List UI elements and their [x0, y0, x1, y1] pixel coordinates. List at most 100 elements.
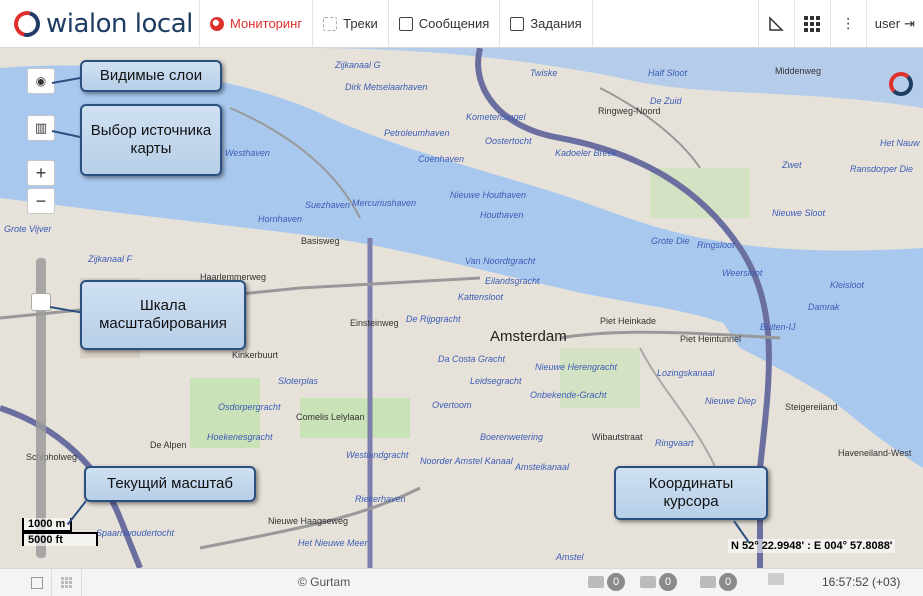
map-label: Ransdorper Die: [850, 164, 914, 174]
map-label: Suezhaven: [305, 200, 351, 210]
counter-badge: 0: [719, 573, 737, 591]
map-label: Dirk Metselaarhaven: [345, 82, 428, 92]
map-label: Hornhaven: [258, 214, 303, 224]
map-label: Ringsloot: [697, 240, 735, 250]
panel-toggle-button[interactable]: [22, 568, 52, 596]
messages-counter[interactable]: 0: [588, 573, 625, 591]
map-label: Westlandgracht: [346, 450, 409, 460]
map-label: Nieuwe Houthaven: [450, 190, 527, 200]
map-label: Haveneiland-West: [838, 448, 912, 458]
nav-tasks[interactable]: Задания: [500, 0, 593, 48]
wialon-logo[interactable]: wialon local: [0, 0, 200, 48]
map-source-button[interactable]: ▥: [27, 115, 55, 141]
map-label: Einsteinweg: [350, 318, 399, 328]
map-label: Spaarnwoudertocht: [96, 528, 175, 538]
map-label: Kleisloot: [830, 280, 865, 290]
map-label: Middenweg: [775, 66, 822, 76]
map-label: Nieuwe Haagseweg: [268, 516, 349, 526]
map-label: Coenhaven: [418, 154, 465, 164]
nav-monitoring[interactable]: Мониторинг: [200, 0, 314, 48]
logo-text: wialon local: [46, 8, 193, 39]
layout-icon: [768, 573, 784, 585]
map-label: De Zuid: [650, 96, 682, 106]
callout-cursor-coords: Координаты курсора: [614, 466, 768, 520]
more-button[interactable]: ⋮: [829, 0, 866, 48]
user-menu[interactable]: user ⇥: [865, 0, 923, 48]
callout-source: Выбор источника карты: [80, 104, 222, 176]
map-label: Kattensloot: [458, 292, 504, 302]
map-label: Zwet: [782, 160, 802, 170]
nav-tasks-label: Задания: [530, 16, 582, 31]
counter-badge: 0: [607, 573, 625, 591]
zoom-out-button[interactable]: −: [27, 188, 55, 214]
user-name: user: [874, 16, 901, 31]
events-counter-icon: [700, 576, 716, 588]
map-label: Zijkanaal F: [88, 254, 133, 264]
map-label: Grote Die: [651, 236, 690, 246]
map-label: Westhaven: [225, 148, 270, 158]
map-label: Noorder Amstel Kanaal: [420, 456, 513, 466]
map-label: Riekerhaven: [355, 494, 406, 504]
map-label: Amstel: [556, 552, 584, 562]
apps-button[interactable]: [793, 0, 830, 48]
map-label: De Rijpgracht: [406, 314, 461, 324]
map-label: Onbekende-Gracht: [530, 390, 607, 400]
map-label: Sloterplas: [278, 376, 319, 386]
plus-icon: +: [35, 162, 47, 183]
map-label: Piet Heinkade: [600, 316, 657, 326]
map-label: Nieuwe Diep: [705, 396, 757, 406]
callout-layers: Видимые слои: [80, 60, 222, 92]
nav-messages-label: Сообщения: [418, 16, 490, 31]
map-label: Da Costa Gracht: [438, 354, 506, 364]
map-label: Damrak: [808, 302, 840, 312]
map-label: Lozingskanaal: [657, 368, 715, 378]
map-label: Boerenwetering: [480, 432, 544, 442]
counter-badge: 0: [659, 573, 677, 591]
apps-grid-icon: [804, 15, 821, 32]
ruler-icon: [769, 15, 785, 31]
map-label: Basisweg: [301, 236, 340, 246]
map-label: Nieuwe Herengracht: [535, 362, 618, 372]
map-label: Comelis Lelylaan: [296, 412, 365, 422]
map-label: Steigereiland: [785, 402, 838, 412]
layout-button[interactable]: [768, 573, 784, 585]
logout-icon: ⇥: [904, 15, 915, 31]
map-label: Ringweg-Noord: [598, 106, 661, 116]
eye-icon: ◉: [35, 74, 47, 88]
notifications-counter[interactable]: 0: [640, 573, 677, 591]
panel-icon: [30, 576, 43, 589]
map-label: Grote Vijver: [4, 224, 52, 234]
grid-icon: [61, 577, 72, 588]
map-label: Leidsegracht: [470, 376, 522, 386]
map-label: Weersloot: [722, 268, 763, 278]
top-bar: wialon local Мониторинг Треки Сообщения …: [0, 0, 923, 48]
map-label: Ringvaart: [655, 438, 694, 448]
messages-counter-icon: [588, 576, 604, 588]
map-label: Schipholweg: [26, 452, 78, 462]
zoom-slider-handle[interactable]: [31, 293, 51, 311]
map-scale: 1000 m 5000 ft: [22, 518, 98, 546]
city-label: Amsterdam: [490, 328, 567, 345]
map-label: Hoekenesgracht: [207, 432, 273, 442]
events-counter[interactable]: 0: [700, 573, 737, 591]
minus-icon: −: [35, 190, 47, 211]
grid-toggle-button[interactable]: [52, 568, 82, 596]
zoom-in-button[interactable]: +: [27, 160, 55, 186]
measure-button[interactable]: [757, 0, 794, 48]
map-label: Buiten-IJ: [760, 322, 796, 332]
map-view[interactable]: Zijkanaal G Dirk Metselaarhaven Twiske H…: [0, 48, 923, 568]
copyright: © Gurtam: [298, 575, 351, 589]
map-label: Oostertocht: [485, 136, 532, 146]
nav-monitoring-label: Мониторинг: [230, 16, 303, 31]
notifications-counter-icon: [640, 576, 656, 588]
map-label: Twiske: [530, 68, 558, 78]
scale-imperial: 5000 ft: [22, 532, 98, 546]
scale-metric: 1000 m: [22, 518, 72, 532]
layers-button[interactable]: ◉: [27, 68, 55, 94]
globe-icon: [210, 16, 224, 31]
nav-tracks[interactable]: Треки: [313, 0, 389, 48]
nav-messages[interactable]: Сообщения: [389, 0, 501, 48]
server-time: 16:57:52 (+03): [822, 575, 901, 589]
map-label: Amstelkanaal: [515, 462, 570, 472]
bottom-bar: © Gurtam 0 0 0 16:57:52 (+03): [0, 568, 923, 596]
